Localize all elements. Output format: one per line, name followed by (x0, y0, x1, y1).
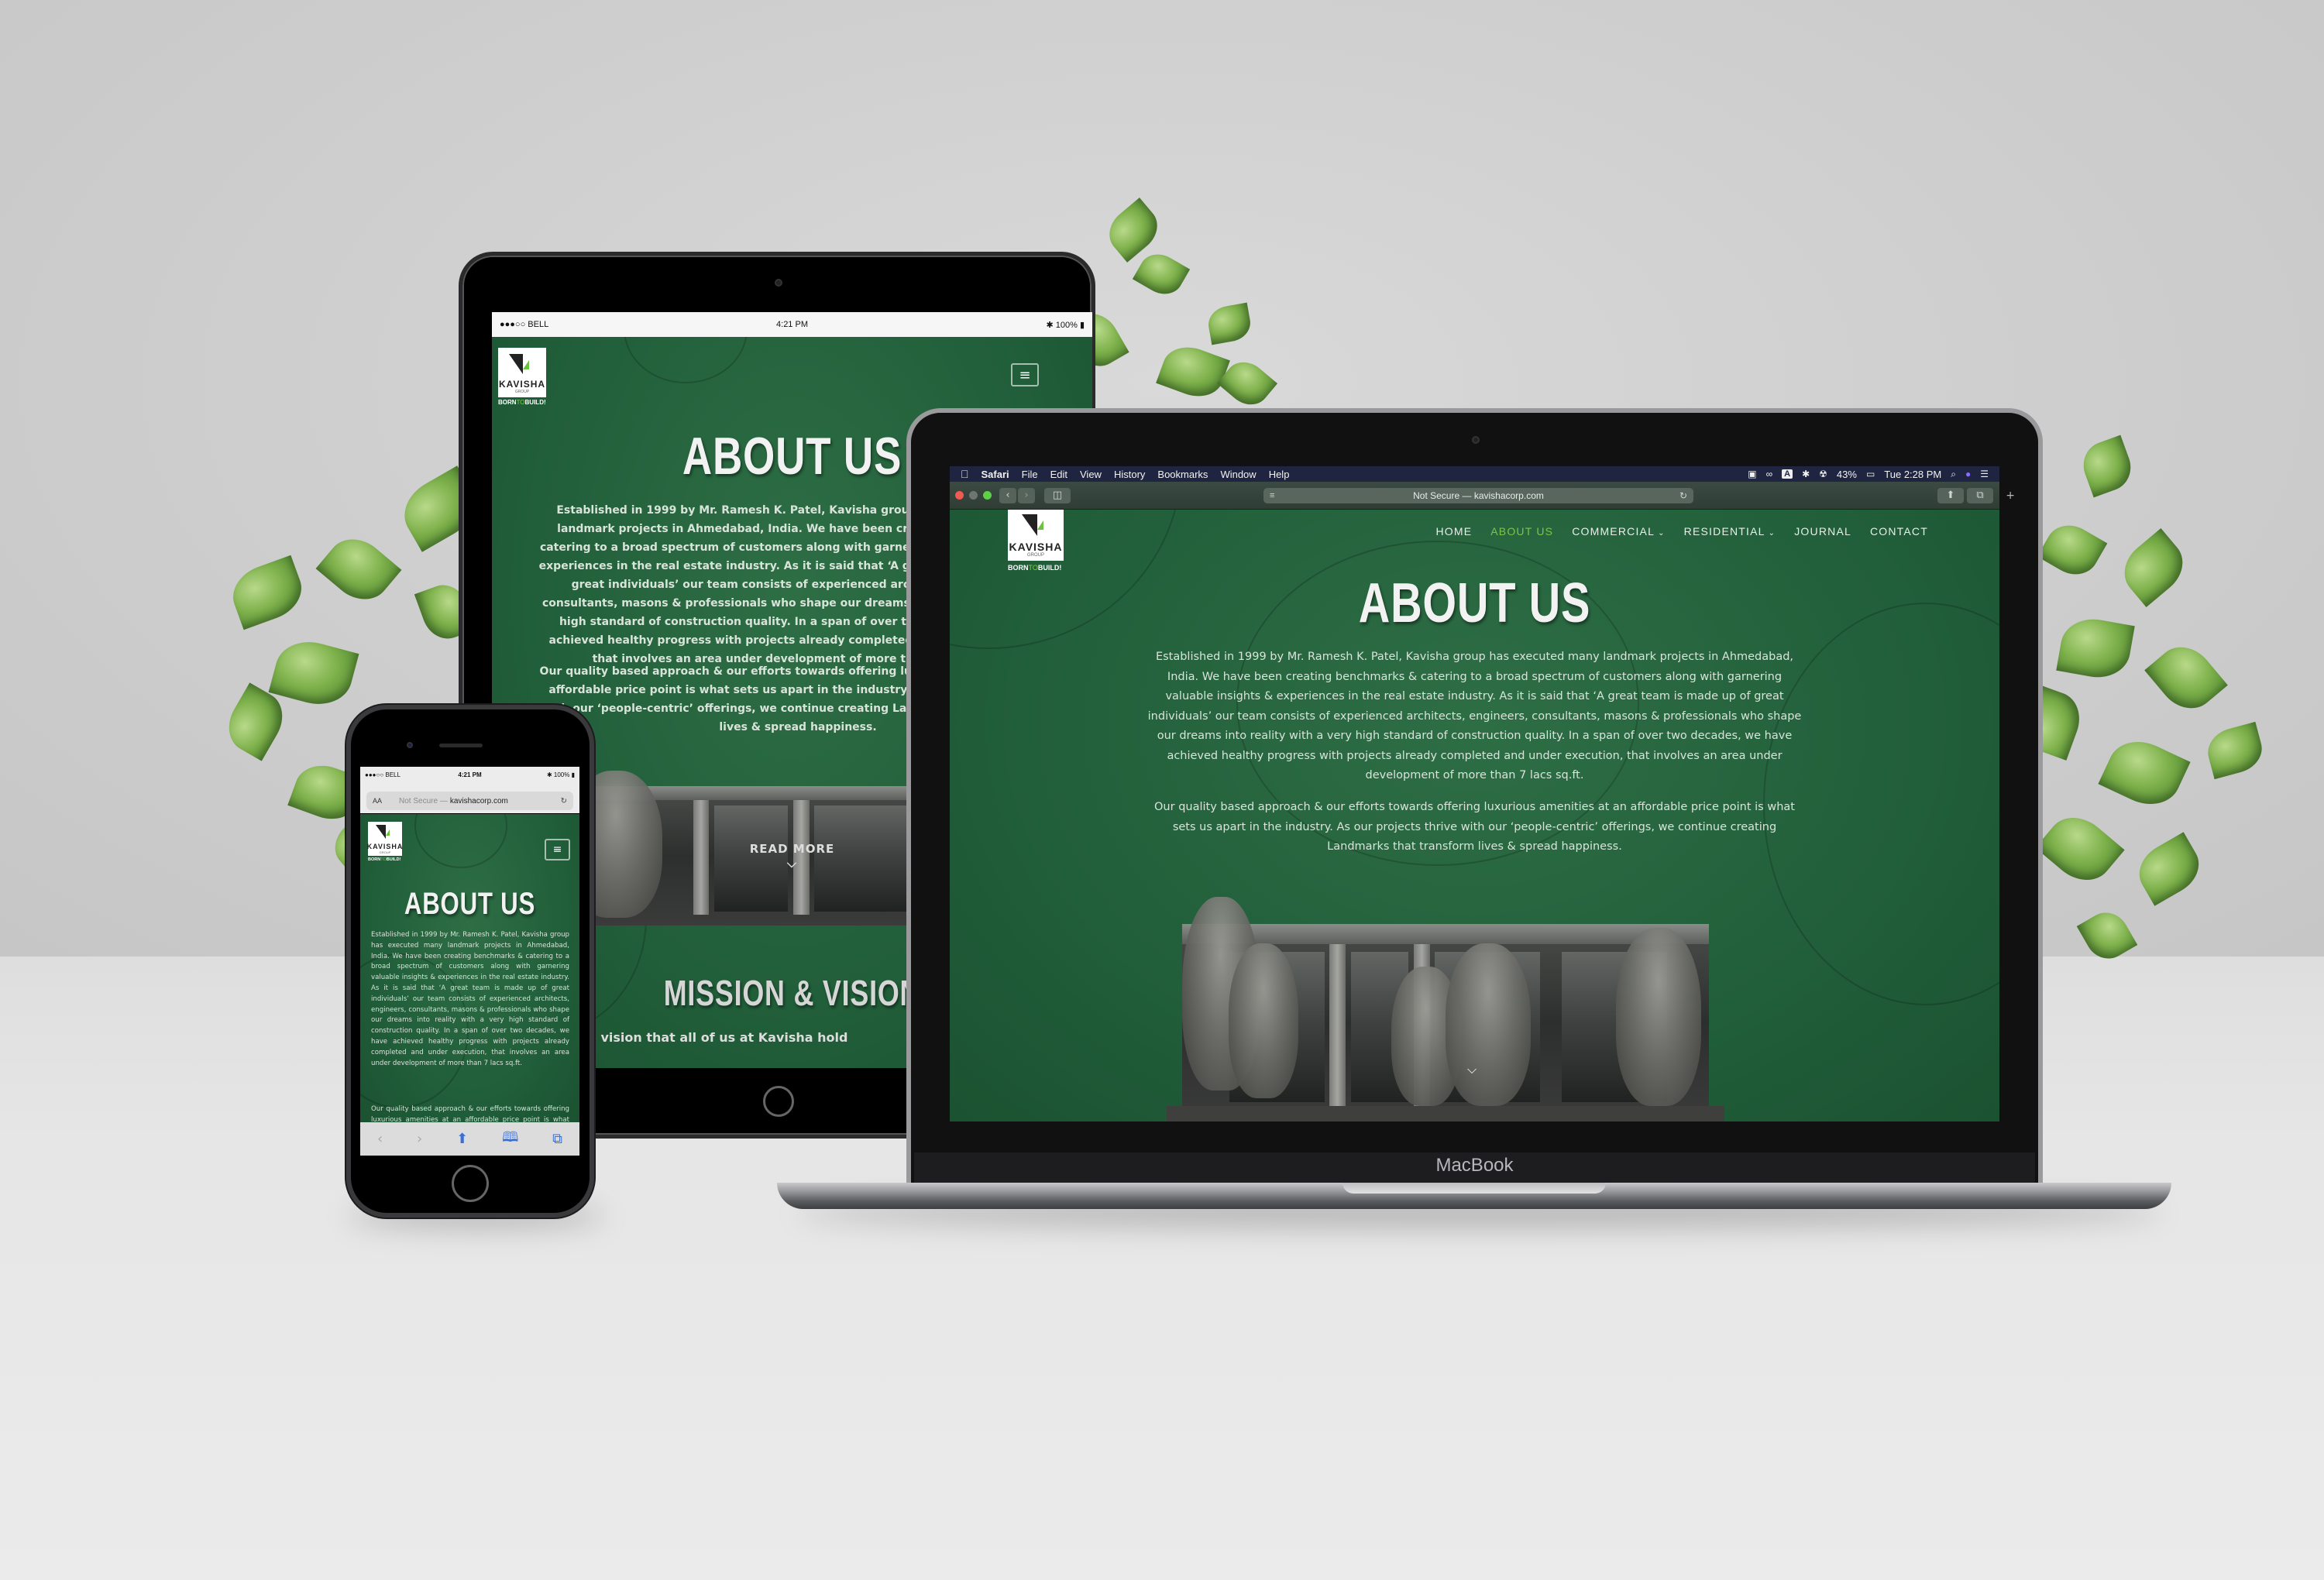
notification-center-icon[interactable]: ☰ (1980, 469, 1989, 479)
macos-menu-bar:  Safari File Edit View History Bookmark… (950, 466, 1999, 482)
menu-file[interactable]: File (1022, 469, 1038, 480)
tabs-overview-button[interactable]: ⧉ (1967, 487, 1993, 503)
laptop-hinge-notch (1342, 1183, 1606, 1194)
nav-home[interactable]: HOME (1435, 525, 1472, 538)
phone-battery: ✱ 100% ▮ (546, 771, 575, 778)
phone-url-not-secure: Not Secure — (399, 796, 448, 805)
reader-mode-icon[interactable]: ≡ (1270, 491, 1274, 500)
laptop-about-paragraph-1: Established in 1999 by Mr. Ramesh K. Pat… (1147, 651, 1802, 781)
minimize-window-button[interactable] (969, 491, 978, 500)
reload-icon[interactable]: ↻ (1679, 490, 1687, 501)
laptop-logo[interactable]: KAVISHA GROUP (1008, 510, 1064, 561)
phone-url-domain: kavishacorp.com (449, 796, 508, 805)
spotlight-search-icon[interactable]: ⌕ (1951, 469, 1956, 480)
phone-bookmarks-icon[interactable]: 🕮 (502, 1128, 518, 1151)
creative-cloud-icon[interactable]: ∞ (1766, 469, 1773, 479)
phone-tabs-icon[interactable]: ⧉ (552, 1131, 562, 1147)
phone-forward-icon[interactable]: › (417, 1131, 422, 1147)
phone-logo[interactable]: KAVISHA GROUP (367, 822, 402, 856)
nav-about-us[interactable]: ABOUT US (1490, 525, 1553, 538)
tablet-tagline: BORNTOBUILD! (498, 399, 546, 406)
menu-help[interactable]: Help (1269, 469, 1290, 480)
nav-residential[interactable]: RESIDENTIAL (1684, 525, 1776, 538)
phone-camera (407, 742, 413, 748)
tablet-battery: ✱ 100% ▮ (1046, 320, 1085, 330)
phone-home-button[interactable] (452, 1165, 489, 1202)
phone-tagline: BORNTOBUILD! (368, 857, 401, 862)
laptop-camera (1472, 436, 1480, 444)
tablet-logo[interactable]: KAVISHA GROUP (498, 348, 546, 397)
siri-icon[interactable]: ● (1965, 469, 1971, 479)
phone-safari-address-area: AA Not Secure — kavishacorp.com ↻ (360, 782, 579, 813)
menubar-clock[interactable]: Tue 2:28 PM (1884, 469, 1941, 480)
input-source-icon[interactable]: A (1782, 469, 1793, 479)
phone-status-bar: ●●●○○ BELL 4:21 PM ✱ 100% ▮ (360, 767, 579, 782)
bluetooth-icon[interactable]: ✱ (1802, 469, 1810, 479)
battery-icon[interactable]: ▭ (1866, 469, 1875, 479)
address-bar[interactable]: ≡ Not Secure — kavishacorp.com ↻ (1263, 488, 1693, 503)
phone-speaker (439, 744, 483, 747)
phone-reload-icon[interactable]: ↻ (561, 797, 567, 805)
address-bar-text: Not Secure — kavishacorp.com (1413, 490, 1544, 501)
phone-about-title: ABOUT US (404, 887, 536, 921)
back-button[interactable]: ‹ (999, 487, 1016, 503)
nav-contact[interactable]: CONTACT (1870, 525, 1928, 538)
text-size-button[interactable]: AA (373, 797, 382, 805)
apple-icon[interactable]:  (961, 468, 969, 480)
tablet-camera (775, 279, 782, 287)
tablet-clock: 4:21 PM (776, 320, 808, 329)
nav-journal[interactable]: JOURNAL (1794, 525, 1851, 538)
tablet-home-button[interactable] (763, 1086, 794, 1117)
macbook-label: MacBook (1435, 1155, 1514, 1176)
laptop-tagline: BORNTOBUILD! (1008, 564, 1062, 572)
menu-view[interactable]: View (1080, 469, 1102, 480)
sidebar-toggle-button[interactable]: ◫ (1044, 487, 1071, 503)
phone-address-bar[interactable]: AA Not Secure — kavishacorp.com ↻ (366, 792, 573, 810)
maximize-window-button[interactable] (983, 491, 992, 500)
tablet-status-bar: ●●●○○ BELL 4:21 PM ✱ 100% ▮ (492, 312, 1092, 337)
wifi-icon[interactable]: ☢ (1819, 469, 1827, 479)
main-nav: HOME ABOUT US COMMERCIAL RESIDENTIAL JOU… (1435, 525, 1928, 538)
laptop-website: KAVISHA GROUP BORNTOBUILD! HOME ABOUT US… (950, 510, 1999, 1121)
menu-app-safari[interactable]: Safari (982, 469, 1009, 480)
forward-button[interactable]: › (1018, 487, 1035, 503)
phone-about-paragraph-2: Our quality based approach & our efforts… (371, 1105, 569, 1122)
menu-history[interactable]: History (1114, 469, 1145, 480)
share-button[interactable]: ⬆ (1937, 487, 1964, 503)
tablet-menu-button[interactable]: ≡ (1011, 363, 1039, 386)
laptop-about-title: ABOUT US (1358, 572, 1591, 634)
new-tab-icon[interactable]: + (2006, 489, 2015, 502)
scroll-down-chevron-icon[interactable]: ⌵ (1467, 1062, 1477, 1077)
menu-bookmarks[interactable]: Bookmarks (1157, 469, 1208, 480)
phone-about-paragraph-1: Established in 1999 by Mr. Ramesh K. Pat… (371, 931, 569, 1067)
battery-percent[interactable]: 43% (1837, 469, 1857, 480)
nav-commercial[interactable]: COMMERCIAL (1572, 525, 1665, 538)
close-window-button[interactable] (955, 491, 964, 500)
phone-share-icon[interactable]: ⬆ (456, 1131, 468, 1147)
phone-menu-button[interactable]: ≡ (545, 839, 570, 860)
menu-window[interactable]: Window (1220, 469, 1256, 480)
phone-back-icon[interactable]: ‹ (377, 1131, 383, 1147)
safari-toolbar: ‹ › ◫ ≡ Not Secure — kavishacorp.com ↻ ⬆… (950, 482, 2015, 510)
laptop-about-paragraph-2: Our quality based approach & our efforts… (1154, 801, 1795, 853)
phone-website: KAVISHA GROUP BORNTOBUILD! ≡ ABOUT US Es… (360, 814, 579, 1122)
phone-safari-bottom-bar: ‹ › ⬆ 🕮 ⧉ (360, 1122, 579, 1156)
display-icon[interactable]: ▣ (1748, 469, 1756, 479)
menu-edit[interactable]: Edit (1050, 469, 1067, 480)
